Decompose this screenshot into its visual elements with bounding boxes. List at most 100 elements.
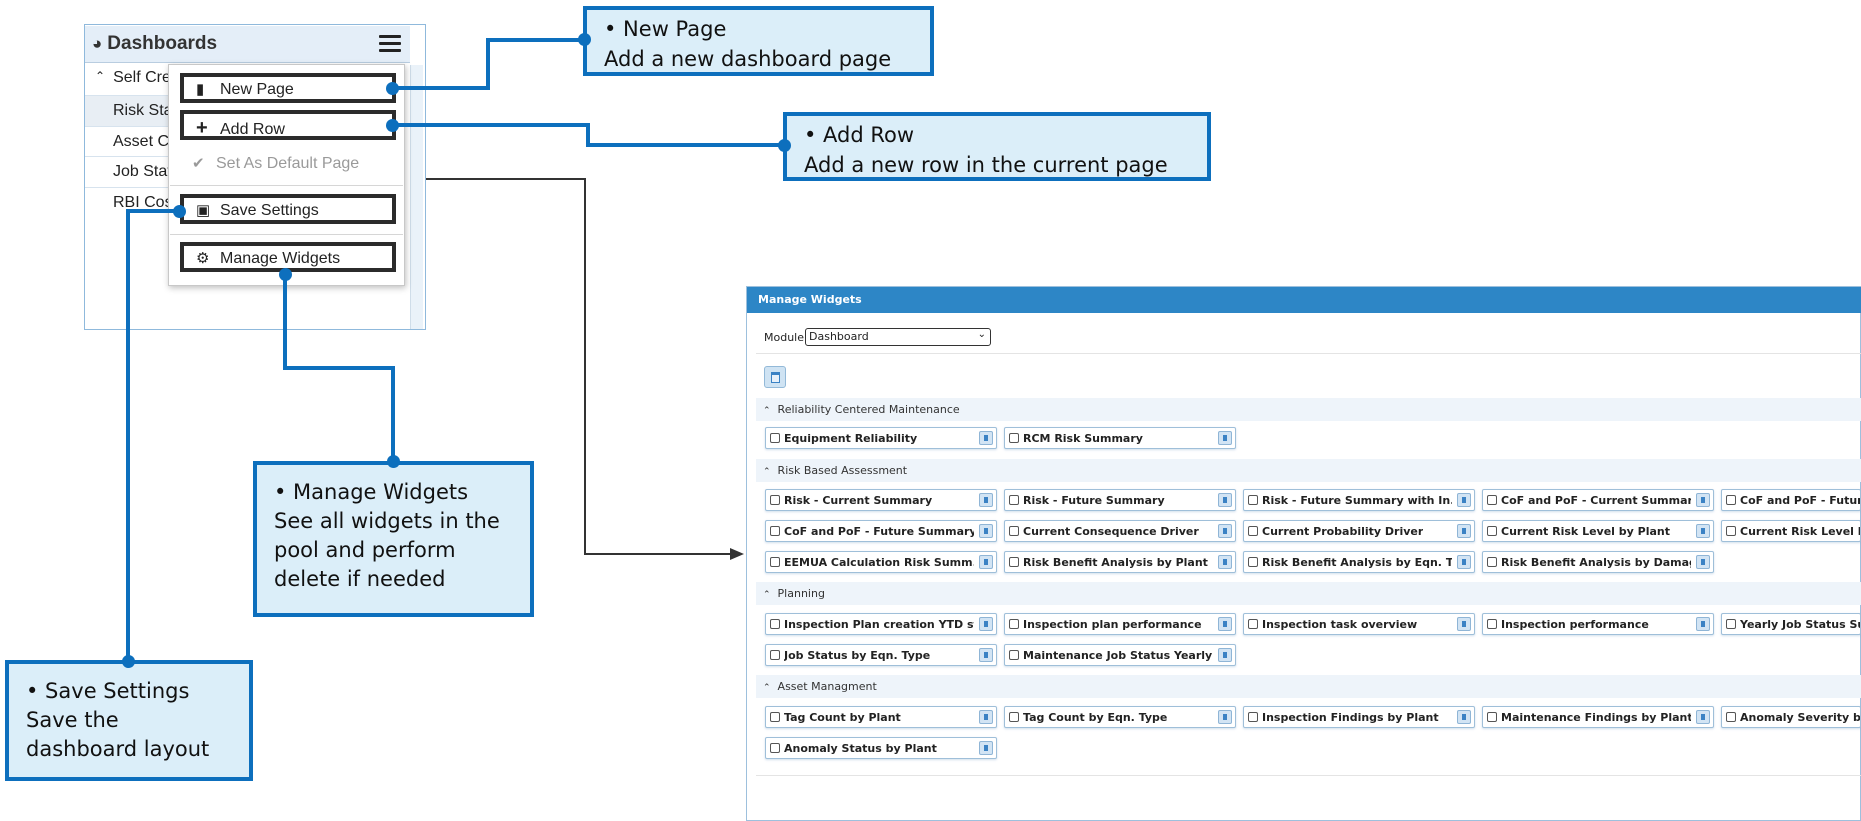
trash-icon[interactable] <box>1218 431 1232 445</box>
connector-line <box>283 272 287 370</box>
widget-checkbox[interactable] <box>1248 557 1258 567</box>
page-item-risk-status[interactable]: Risk Sta <box>85 96 173 126</box>
group-self-created[interactable]: ⌃ Self Cre <box>85 63 173 93</box>
widget-checkbox[interactable] <box>1248 712 1258 722</box>
hamburger-menu-icon[interactable] <box>376 31 404 57</box>
widget-item[interactable]: Yearly Job Status Su <box>1721 613 1861 635</box>
trash-icon[interactable] <box>1457 493 1471 507</box>
trash-icon[interactable] <box>1457 617 1471 631</box>
widget-checkbox[interactable] <box>770 433 780 443</box>
panel-scrollbar[interactable] <box>410 65 423 329</box>
widget-checkbox[interactable] <box>1009 433 1019 443</box>
widget-checkbox[interactable] <box>770 619 780 629</box>
widget-checkbox[interactable] <box>770 743 780 753</box>
widget-item[interactable]: CoF and PoF - Future Summary... <box>765 520 997 542</box>
widget-item[interactable]: RCM Risk Summary <box>1004 427 1236 449</box>
widget-item[interactable]: CoF and PoF - Futur <box>1721 489 1861 511</box>
widget-item[interactable]: Current Consequence Driver <box>1004 520 1236 542</box>
widget-checkbox[interactable] <box>1248 526 1258 536</box>
trash-icon[interactable] <box>1218 555 1232 569</box>
widget-checkbox[interactable] <box>1009 526 1019 536</box>
trash-icon[interactable] <box>979 741 993 755</box>
widget-group-header[interactable]: ⌃ Planning <box>756 582 1861 605</box>
widget-checkbox[interactable] <box>1726 712 1736 722</box>
widget-checkbox[interactable] <box>1487 495 1497 505</box>
widget-checkbox[interactable] <box>1487 619 1497 629</box>
delete-button[interactable] <box>764 366 786 388</box>
widget-item[interactable]: Risk Benefit Analysis by Damage <box>1482 551 1714 573</box>
page-item-asset[interactable]: Asset C <box>85 127 173 157</box>
widget-checkbox[interactable] <box>1487 526 1497 536</box>
trash-icon[interactable] <box>1218 648 1232 662</box>
trash-icon[interactable] <box>979 555 993 569</box>
widget-checkbox[interactable] <box>1009 650 1019 660</box>
widget-checkbox[interactable] <box>770 650 780 660</box>
widget-checkbox[interactable] <box>770 557 780 567</box>
widget-checkbox[interactable] <box>1248 495 1258 505</box>
page-item-job-status[interactable]: Job Stat <box>85 157 173 187</box>
widget-item[interactable]: Equipment Reliability <box>765 427 997 449</box>
widget-checkbox[interactable] <box>1009 495 1019 505</box>
module-select[interactable]: Dashboard ⌄ <box>805 328 991 346</box>
trash-icon[interactable] <box>1696 524 1710 538</box>
widget-checkbox[interactable] <box>770 712 780 722</box>
widget-group-header[interactable]: ⌃ Reliability Centered Maintenance <box>756 398 1861 421</box>
widget-checkbox[interactable] <box>1726 526 1736 536</box>
trash-icon[interactable] <box>1457 555 1471 569</box>
widget-checkbox[interactable] <box>1487 557 1497 567</box>
widget-item[interactable]: Inspection plan performance <box>1004 613 1236 635</box>
widget-checkbox[interactable] <box>1248 619 1258 629</box>
menu-item-add-row[interactable]: + Add Row <box>180 110 396 140</box>
widget-item[interactable]: CoF and PoF - Current Summary <box>1482 489 1714 511</box>
widget-checkbox[interactable] <box>1726 495 1736 505</box>
widget-item[interactable]: Risk Benefit Analysis by Plant <box>1004 551 1236 573</box>
trash-icon[interactable] <box>1218 493 1232 507</box>
trash-icon[interactable] <box>979 648 993 662</box>
widget-checkbox[interactable] <box>1487 712 1497 722</box>
widget-item[interactable]: Job Status by Eqn. Type <box>765 644 997 666</box>
widget-checkbox[interactable] <box>770 495 780 505</box>
trash-icon[interactable] <box>979 493 993 507</box>
widget-item[interactable]: Inspection task overview <box>1243 613 1475 635</box>
menu-item-new-page[interactable]: ▮ New Page <box>180 73 396 103</box>
trash-icon[interactable] <box>1696 493 1710 507</box>
trash-icon[interactable] <box>979 617 993 631</box>
trash-icon[interactable] <box>1457 710 1471 724</box>
trash-icon[interactable] <box>1696 710 1710 724</box>
widget-item[interactable]: Inspection performance <box>1482 613 1714 635</box>
widget-item[interactable]: Anomaly Status by Plant <box>765 737 997 759</box>
trash-icon[interactable] <box>1218 524 1232 538</box>
trash-icon[interactable] <box>1218 617 1232 631</box>
widget-checkbox[interactable] <box>1009 712 1019 722</box>
widget-item[interactable]: Risk - Future Summary <box>1004 489 1236 511</box>
widget-checkbox[interactable] <box>1009 557 1019 567</box>
widget-item[interactable]: Maintenance Findings by Plant <box>1482 706 1714 728</box>
widget-item[interactable]: Tag Count by Eqn. Type <box>1004 706 1236 728</box>
widget-checkbox[interactable] <box>770 526 780 536</box>
widget-item[interactable]: Inspection Findings by Plant <box>1243 706 1475 728</box>
widget-item[interactable]: Anomaly Severity by <box>1721 706 1861 728</box>
widget-item[interactable]: Maintenance Job Status Yearly <box>1004 644 1236 666</box>
trash-icon[interactable] <box>1457 524 1471 538</box>
widget-item[interactable]: Risk - Current Summary <box>765 489 997 511</box>
widget-item[interactable]: Current Probability Driver <box>1243 520 1475 542</box>
widget-checkbox[interactable] <box>1009 619 1019 629</box>
trash-icon[interactable] <box>1218 710 1232 724</box>
widget-group-header[interactable]: ⌃ Risk Based Assessment <box>756 459 1861 482</box>
widget-checkbox[interactable] <box>1726 619 1736 629</box>
trash-icon[interactable] <box>979 431 993 445</box>
trash-icon[interactable] <box>979 710 993 724</box>
widget-item[interactable]: Inspection Plan creation YTD st... <box>765 613 997 635</box>
widget-group-header[interactable]: ⌃ Asset Managment <box>756 675 1861 698</box>
widget-item[interactable]: Current Risk Level b <box>1721 520 1861 542</box>
widget-item[interactable]: Current Risk Level by Plant <box>1482 520 1714 542</box>
trash-icon[interactable] <box>1696 617 1710 631</box>
widget-item[interactable]: EEMUA Calculation Risk Summ... <box>765 551 997 573</box>
trash-icon[interactable] <box>979 524 993 538</box>
menu-item-set-default-page[interactable]: ✔ Set As Default Page <box>180 148 396 178</box>
widget-item[interactable]: Risk Benefit Analysis by Eqn. T... <box>1243 551 1475 573</box>
menu-item-save-settings[interactable]: ▣ Save Settings <box>180 194 396 224</box>
trash-icon[interactable] <box>1696 555 1710 569</box>
widget-item[interactable]: Risk - Future Summary with In... <box>1243 489 1475 511</box>
widget-item[interactable]: Tag Count by Plant <box>765 706 997 728</box>
